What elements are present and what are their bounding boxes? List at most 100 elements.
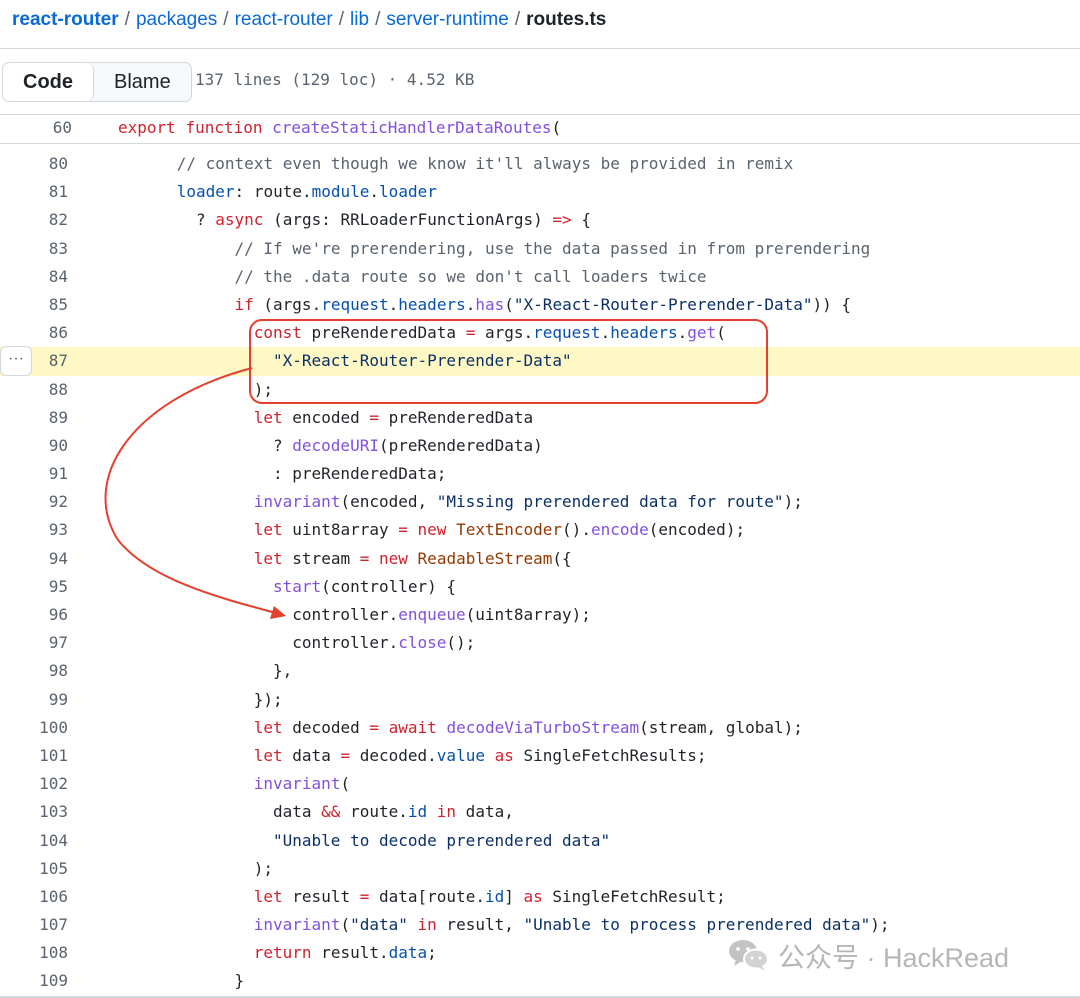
line-number[interactable]: 81 [0,182,68,201]
code-token: ( [340,774,351,794]
code-token: let [253,886,283,906]
line-number[interactable]: 98 [0,661,68,680]
line-number[interactable]: 88 [0,380,68,399]
code-token: TextEncoder [456,520,563,540]
line-number[interactable]: 108 [0,943,68,962]
code-line: 81 loader: route.module.loader [0,178,1080,206]
code-token: decoded. [350,745,437,765]
breadcrumb-separator: / [338,9,345,30]
line-number[interactable]: 89 [0,408,68,427]
code-line: 80 // context even though we know it'll a… [0,150,1080,178]
code-token: ; [427,943,437,963]
code-token: decodeURI [292,435,379,455]
breadcrumb: react-router / packages / react-router / lib / s… [12,6,606,34]
code-line: 95 start(controller) { [0,573,1080,601]
code-token: "Missing prerendered data for route" [436,492,784,512]
code-text: "X-React-Router-Prerender-Data" [119,351,572,370]
view-mode-toggle: Code Blame [2,62,192,102]
line-number[interactable]: 106 [0,887,68,906]
blame-tab-button[interactable]: Blame [94,63,191,101]
line-number[interactable]: 109 [0,971,68,990]
line-number[interactable]: 105 [0,859,68,878]
code-text: "Unable to decode prerendered data" [119,831,610,850]
line-number[interactable]: 97 [0,633,68,652]
breadcrumb-react-router-link[interactable]: react-router [235,9,333,30]
code-token: encode [590,520,649,540]
line-number[interactable]: 84 [0,267,68,286]
breadcrumb-lib-link[interactable]: lib [350,9,369,30]
breadcrumb-server-runtime-link[interactable]: server-runtime [386,9,508,30]
code-token: ReadableStream [417,548,553,568]
line-number[interactable]: 86 [0,323,68,342]
breadcrumb-separator: / [375,9,381,30]
line-number[interactable]: 93 [0,520,68,539]
code-token: result, [436,915,524,935]
code-line: 85 if (args.request.headers.has("X-React-… [0,291,1080,319]
line-number[interactable]: 104 [0,831,68,850]
code-token: args. [475,323,534,343]
code-token: (uint8array); [465,605,591,624]
code-token: ] [504,886,524,906]
code-text: // the .data route so we don't call load… [119,267,707,286]
breadcrumb-repo-link[interactable]: react-router [12,9,119,30]
code-token: : preRenderedData; [273,464,447,484]
code-token: }); [253,689,283,709]
code-token: . [600,323,611,343]
code-token: . [369,182,380,202]
sticky-function-header[interactable]: 60 export function createStaticHandlerDa… [0,115,1080,144]
code-line: 103 data && route.id in data, [0,798,1080,826]
line-number[interactable]: 99 [0,690,68,709]
code-token: controller. [292,605,399,624]
line-number[interactable]: 101 [0,746,68,765]
code-text: }, [119,661,292,680]
code-tab-button[interactable]: Code [3,63,94,101]
code-line: 94 let stream = new ReadableStream({ [0,545,1080,573]
line-number[interactable]: 107 [0,915,68,934]
code-token: function [185,118,263,137]
code-token: . [465,294,476,314]
code-token: new [417,520,447,540]
line-number[interactable]: 82 [0,210,68,229]
code-line: 96 controller.enqueue(uint8array); [0,601,1080,629]
code-text: ); [119,380,273,399]
code-token: uint8array [282,520,399,540]
line-number[interactable]: 83 [0,239,68,258]
line-number[interactable]: 85 [0,295,68,314]
code-token: (args. [253,294,322,314]
line-number[interactable]: 95 [0,577,68,596]
code-line: 89 let encoded = preRenderedData [0,404,1080,432]
code-text: // If we're prerendering, use the data p… [119,239,871,258]
code-token: = [398,520,408,540]
code-text: invariant("data" in result, "Unable to p… [119,915,890,934]
line-number[interactable]: 80 [0,154,68,173]
line-number[interactable]: 94 [0,549,68,568]
code-token: new [379,548,408,568]
code-text: let decoded = await decodeViaTurboStream… [119,718,803,737]
line-number[interactable]: 92 [0,492,68,511]
code-token: ); [783,492,803,512]
code-text: invariant(encoded, "Missing prerendered … [119,492,803,511]
breadcrumb-packages-link[interactable]: packages [136,9,217,30]
line-number[interactable]: 90 [0,436,68,455]
line-number[interactable]: 91 [0,464,68,483]
file-toolbar: Code Blame 137 lines (129 loc) · 4.52 KB [0,56,1080,116]
line-number[interactable]: 103 [0,802,68,821]
line-number[interactable]: 96 [0,605,68,624]
breadcrumb-current-file: routes.ts [526,9,607,30]
code-token: && [321,802,341,822]
code-text: let encoded = preRenderedData [119,408,533,427]
line-options-button[interactable]: ··· [0,346,32,376]
code-line: 104 "Unable to decode prerendered data" [0,827,1080,855]
line-number[interactable]: 102 [0,774,68,793]
code-token: ? [196,210,216,230]
code-token: data [388,943,428,963]
code-token: "Unable to decode prerendered data" [273,830,611,850]
code-token: // context even though we know it'll alw… [176,154,794,173]
code-token: let [253,745,283,765]
code-token: = [369,717,379,737]
code-token: let [253,520,283,540]
line-number[interactable]: 100 [0,718,68,737]
code-text: loader: route.module.loader [119,182,437,201]
